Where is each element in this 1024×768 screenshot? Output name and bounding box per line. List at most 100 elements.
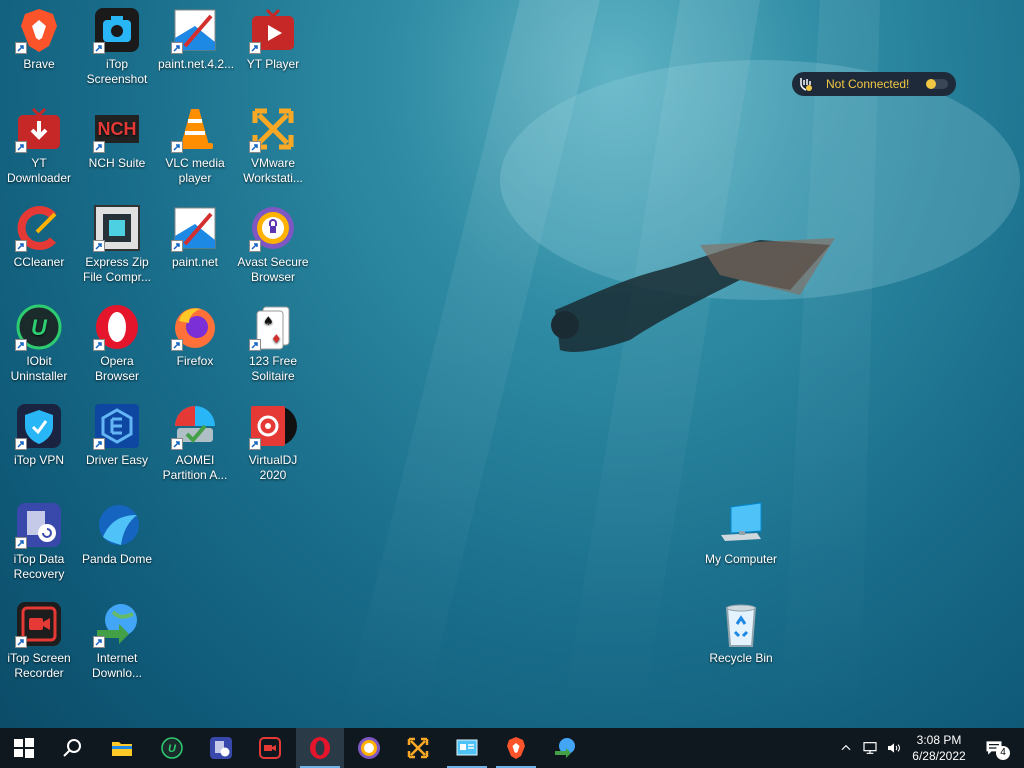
desktop-icon-virtualdj-2020[interactable]: VirtualDJ 2020 [234,398,312,494]
brave-icon [507,737,525,759]
desktop-icon-label: iTop Screenshot [86,57,148,86]
network-icon [863,742,877,754]
desktop-icon-label: iTop VPN [13,453,65,467]
shortcut-arrow-icon [93,141,105,153]
show-hidden-icons-button[interactable] [834,728,858,768]
shortcut-arrow-icon [15,42,27,54]
taskbar-itop-screen-recorder[interactable] [246,728,294,768]
shortcut-arrow-icon [93,636,105,648]
desktop-icon-label: VLC media player [165,156,225,185]
panda-dome-icon [99,505,139,545]
desktop-icon-panda-dome[interactable]: Panda Dome [78,497,156,593]
computer-monitor-icon [721,502,762,541]
shortcut-arrow-icon [171,141,183,153]
taskbar-internet-download-manager[interactable] [541,728,589,768]
taskbar-control-panel[interactable] [443,728,491,768]
desktop-icon-vlc-media-player[interactable]: VLC media player [156,101,234,197]
desktop-icon-label: 123 Free Solitaire [248,354,298,383]
desktop-icon-label: Firefox [176,354,214,368]
desktop-icon-label: VMware Workstati... [243,156,303,185]
desktop-icon-label: CCleaner [13,255,65,269]
shortcut-arrow-icon [15,636,27,648]
start-button[interactable] [0,728,48,768]
desktop-icon-yt-player[interactable]: YT Player [234,2,312,98]
desktop-icon-express-zip[interactable]: Express Zip File Compr... [78,200,156,296]
shortcut-arrow-icon [15,537,27,549]
taskbar-iobit-uninstaller[interactable]: U [148,728,196,768]
vpn-status-text: Not Connected! [826,77,910,91]
desktop-icon-my-computer[interactable]: My Computer [702,497,780,593]
vpn-shield-icon [800,78,812,91]
desktop-icon-label: Opera Browser [94,354,139,383]
desktop-icon-paint-net-4-2[interactable]: paint.net.4.2... [156,2,234,98]
taskbar-opera-browser[interactable] [296,728,344,768]
desktop-icon-label: YT Player [246,57,300,71]
desktop-icon-itop-screen-recorder[interactable]: iTop Screen Recorder [0,596,78,692]
shortcut-arrow-icon [171,42,183,54]
desktop-icon-label: iTop Data Recovery [13,552,65,581]
iobit-uninstaller-icon: U [161,737,183,759]
desktop-icon-iobit-uninstaller[interactable]: U IObit Uninstaller [0,299,78,395]
opera-icon [310,737,330,759]
desktop-icon-ccleaner[interactable]: CCleaner [0,200,78,296]
shortcut-arrow-icon [93,339,105,351]
notification-count-badge: 4 [996,746,1010,760]
desktop-icon-label: Driver Easy [85,453,148,467]
shortcut-arrow-icon [249,438,261,450]
desktop-icon-label: Brave [23,57,55,71]
desktop-icon-driver-easy[interactable]: Driver Easy [78,398,156,494]
desktop-icon-opera-browser[interactable]: Opera Browser [78,299,156,395]
svg-text:U: U [31,315,48,340]
windows-logo-icon [14,738,34,758]
svg-text:U: U [168,743,177,755]
desktop-icon-label: iTop Screen Recorder [7,651,71,680]
desktop-icon-avast-secure-browser[interactable]: Avast Secure Browser [234,200,312,296]
action-center-button[interactable]: 4 [972,728,1016,768]
control-panel-icon [456,739,478,756]
desktop-icon-label: IObit Uninstaller [10,354,68,383]
shortcut-arrow-icon [15,339,27,351]
desktop-icon-label: AOMEI Partition A... [162,453,228,482]
desktop-icon-vmware-workstation[interactable]: VMware Workstati... [234,101,312,197]
taskbar-file-explorer[interactable] [98,728,146,768]
vpn-status-widget[interactable]: Not Connected! [792,72,956,96]
shortcut-arrow-icon [93,42,105,54]
desktop-icon-label: Express Zip File Compr... [82,255,151,284]
svg-text:NCH: NCH [98,119,137,139]
vpn-toggle[interactable] [926,79,948,89]
taskbar-vmware-workstation[interactable] [394,728,442,768]
taskbar-brave[interactable] [492,728,540,768]
taskbar: U 3:08 PM 6/28/2022 4 [0,728,1024,768]
shortcut-arrow-icon [93,240,105,252]
desktop-icon-nch-suite[interactable]: NCH NCH Suite [78,101,156,197]
avast-secure-browser-icon [358,737,380,759]
desktop-icon-label: Recycle Bin [709,651,773,665]
search-icon [63,739,81,757]
desktop-icon-itop-screenshot[interactable]: iTop Screenshot [78,2,156,98]
shortcut-arrow-icon [171,240,183,252]
desktop-icon-brave[interactable]: Brave [0,2,78,98]
search-button[interactable] [48,728,96,768]
itop-screen-recorder-icon [259,737,281,759]
desktop-icon-itop-vpn[interactable]: iTop VPN [0,398,78,494]
desktop-icon-firefox[interactable]: Firefox [156,299,234,395]
desktop-icon-label: Internet Downlo... [91,651,143,680]
desktop-icon-label: Panda Dome [81,552,153,566]
network-button[interactable] [858,728,882,768]
shortcut-arrow-icon [15,438,27,450]
desktop-icon-recycle-bin[interactable]: Recycle Bin [702,596,780,692]
desktop-icon-aomei-partition[interactable]: AOMEI Partition A... [156,398,234,494]
taskbar-itop-data-recovery[interactable] [197,728,245,768]
desktop-icon-yt-downloader[interactable]: YT Downloader [0,101,78,197]
shortcut-arrow-icon [171,438,183,450]
internet-download-manager-icon [555,738,575,758]
desktop-icon-itop-data-recovery[interactable]: iTop Data Recovery [0,497,78,593]
desktop-icon-paint-net[interactable]: paint.net [156,200,234,296]
folder-icon [112,742,132,756]
desktop-icon-label: My Computer [704,552,778,566]
desktop-icon-internet-download-manager[interactable]: Internet Downlo... [78,596,156,692]
taskbar-clock[interactable]: 3:08 PM 6/28/2022 [900,732,978,764]
desktop-icon-123-free-solitaire[interactable]: ♠ ♦ 123 Free Solitaire [234,299,312,395]
taskbar-avast-secure-browser[interactable] [345,728,393,768]
shortcut-arrow-icon [249,240,261,252]
